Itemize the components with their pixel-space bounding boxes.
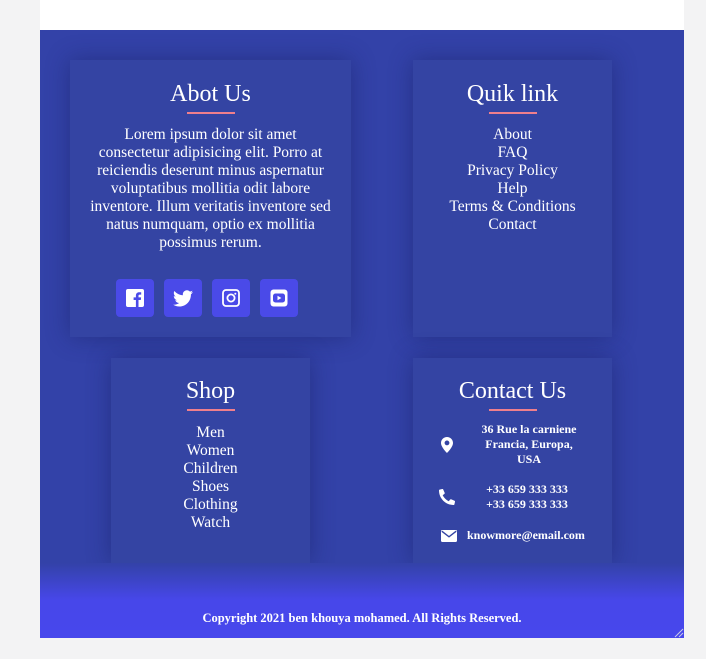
envelope-icon xyxy=(439,529,459,542)
address-line: 36 Rue la carniene xyxy=(481,422,577,436)
address-line: Francia, Europa, xyxy=(485,437,573,451)
contact-address-row: 36 Rue la carniene Francia, Europa, USA xyxy=(437,422,585,467)
site-footer: Abot Us Lorem ipsum dolor sit amet conse… xyxy=(40,30,684,638)
phone-number[interactable]: +33 659 333 333 xyxy=(477,497,577,512)
social-links xyxy=(116,279,298,317)
link-privacy-policy[interactable]: Privacy Policy xyxy=(413,162,612,180)
link-men[interactable]: Men xyxy=(111,424,310,442)
contact-phones: +33 659 333 333 +33 659 333 333 xyxy=(477,482,577,512)
page: Abot Us Lorem ipsum dolor sit amet conse… xyxy=(40,0,684,638)
instagram-icon xyxy=(222,289,240,307)
link-clothing[interactable]: Clothing xyxy=(111,496,310,514)
contact-email[interactable]: knowmore@email.com xyxy=(467,528,585,543)
shop-links-list: Men Women Children Shoes Clothing Watch xyxy=(111,424,310,532)
contact-address: 36 Rue la carniene Francia, Europa, USA xyxy=(473,422,585,467)
heading-underline xyxy=(186,409,235,411)
resize-grip-icon[interactable] xyxy=(672,626,684,638)
twitter-icon xyxy=(173,289,193,306)
link-shoes[interactable]: Shoes xyxy=(111,478,310,496)
facebook-button[interactable] xyxy=(116,279,154,317)
heading-underline xyxy=(488,409,537,411)
phone-number[interactable]: +33 659 333 333 xyxy=(477,482,577,497)
instagram-button[interactable] xyxy=(212,279,250,317)
twitter-button[interactable] xyxy=(164,279,202,317)
contact-email-row: knowmore@email.com xyxy=(439,528,585,543)
link-women[interactable]: Women xyxy=(111,442,310,460)
link-help[interactable]: Help xyxy=(413,180,612,198)
contact-us-card: Contact Us 36 Rue la carniene Francia, E… xyxy=(413,358,612,563)
heading-underline xyxy=(488,112,537,114)
link-contact[interactable]: Contact xyxy=(413,216,612,234)
address-line: USA xyxy=(516,452,541,466)
quick-links-list: About FAQ Privacy Policy Help Terms & Co… xyxy=(413,126,612,234)
link-terms-conditions[interactable]: Terms & Conditions xyxy=(413,198,612,216)
about-us-card: Abot Us Lorem ipsum dolor sit amet conse… xyxy=(70,60,351,337)
quick-links-heading: Quik link xyxy=(466,81,559,107)
shop-card: Shop Men Women Children Shoes Clothing W… xyxy=(111,358,310,563)
about-us-heading: Abot Us xyxy=(170,81,251,107)
contact-phone-row: +33 659 333 333 +33 659 333 333 xyxy=(437,482,577,512)
heading-underline xyxy=(186,112,235,114)
link-children[interactable]: Children xyxy=(111,460,310,478)
link-faq[interactable]: FAQ xyxy=(413,144,612,162)
quick-links-card: Quik link About FAQ Privacy Policy Help … xyxy=(413,60,612,337)
phone-icon xyxy=(437,489,457,505)
contact-us-heading: Contact Us xyxy=(458,378,567,404)
facebook-icon xyxy=(126,289,144,307)
about-us-text: Lorem ipsum dolor sit amet consectetur a… xyxy=(90,126,331,251)
shop-heading: Shop xyxy=(185,378,236,404)
copyright-bar: Copyright 2021 ben khouya mohamed. All R… xyxy=(40,563,684,638)
link-about[interactable]: About xyxy=(413,126,612,144)
youtube-icon xyxy=(270,289,288,307)
map-marker-icon xyxy=(437,436,457,453)
youtube-button[interactable] xyxy=(260,279,298,317)
copyright-text: Copyright 2021 ben khouya mohamed. All R… xyxy=(202,611,522,625)
link-watch[interactable]: Watch xyxy=(111,514,310,532)
